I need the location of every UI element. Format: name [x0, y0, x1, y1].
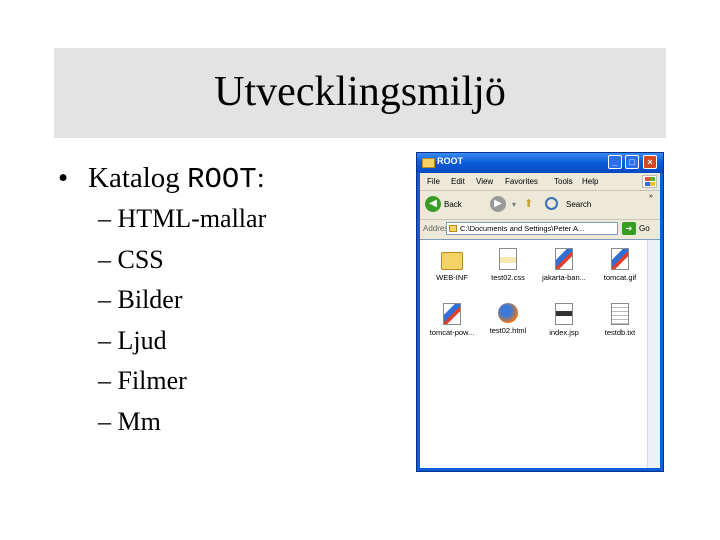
bullet-dot-icon: •	[58, 162, 69, 194]
file-item-jakarta-banner[interactable]: jakarta-ban...	[536, 248, 592, 282]
menu-bar: File Edit View Favorites Tools Help	[420, 173, 660, 191]
firefox-html-icon	[498, 303, 518, 323]
sub-item-video: – Filmer	[98, 366, 187, 395]
sub-item-misc: – Mm	[98, 406, 161, 436]
folder-icon	[449, 225, 457, 232]
menu-view[interactable]: View	[476, 177, 493, 186]
search-icon[interactable]	[545, 197, 558, 210]
window-body: File Edit View Favorites Tools Help ◀ Ba…	[420, 173, 660, 468]
menu-edit[interactable]: Edit	[451, 177, 465, 186]
file-item-tomcat-gif[interactable]: tomcat.gif	[592, 248, 648, 282]
file-name: test02.css	[491, 273, 525, 282]
jsp-file-icon	[555, 303, 573, 325]
sub-list: – HTML-mallar – CSS – Bilder – Ljud – Fi…	[98, 204, 266, 447]
file-name: WEB-INF	[436, 273, 468, 282]
image-file-icon	[443, 303, 461, 325]
go-arrow-icon[interactable]: ➜	[622, 222, 636, 235]
more-chevron-icon[interactable]: »	[649, 193, 653, 200]
file-name: test02.html	[489, 326, 527, 335]
toolbar: ◀ Back ▶ ▾ ⬆ Search »	[420, 191, 660, 220]
up-folder-icon[interactable]: ⬆	[524, 197, 533, 210]
file-item-css[interactable]: test02.css	[480, 248, 536, 282]
sub-item-html: – HTML-mallar	[98, 204, 267, 233]
file-name: index.jsp	[549, 328, 579, 337]
folder-icon	[441, 252, 463, 270]
vertical-scrollbar[interactable]	[647, 240, 660, 468]
file-name: testdb.txt	[604, 328, 636, 337]
file-name: jakarta-ban...	[542, 273, 586, 282]
menu-help[interactable]: Help	[582, 177, 598, 186]
bullet-code: ROOT	[187, 163, 257, 196]
forward-dropdown-icon[interactable]: ▾	[512, 200, 516, 209]
image-file-icon	[611, 248, 629, 270]
bullet-text: Katalog	[88, 162, 188, 194]
text-file-icon	[611, 303, 629, 325]
window-title: ROOT	[437, 156, 463, 166]
back-button-label[interactable]: Back	[444, 200, 462, 209]
address-text: C:\Documents and Settings\Peter A...	[460, 224, 585, 233]
go-button-label[interactable]: Go	[639, 224, 650, 233]
menu-favorites[interactable]: Favorites	[505, 177, 538, 186]
address-input[interactable]: C:\Documents and Settings\Peter A...	[446, 222, 618, 235]
file-name: tomcat.gif	[603, 273, 637, 282]
file-item-txt[interactable]: testdb.txt	[592, 303, 648, 337]
sub-item-css: – CSS	[98, 244, 164, 274]
sub-item-audio: – Ljud	[98, 325, 167, 355]
slide-title: Utvecklingsmiljö	[214, 69, 506, 115]
maximize-button[interactable]: □	[625, 155, 639, 169]
file-item-tomcat-power[interactable]: tomcat-pow...	[424, 303, 480, 337]
sub-item-images: – Bilder	[98, 285, 183, 314]
file-item-web-inf[interactable]: WEB-INF	[424, 248, 480, 282]
css-file-icon	[499, 248, 517, 270]
file-item-html[interactable]: test02.html	[480, 303, 536, 335]
address-bar: Address C:\Documents and Settings\Peter …	[420, 220, 660, 238]
back-arrow-icon[interactable]: ◀	[425, 196, 441, 212]
minimize-button[interactable]: _	[608, 155, 622, 169]
search-button-label[interactable]: Search	[566, 200, 591, 209]
main-bullet: • Katalog ROOT:	[58, 162, 265, 196]
file-item-jsp[interactable]: index.jsp	[536, 303, 592, 337]
file-area: WEB-INF test02.css jakarta-ban... tomcat…	[420, 239, 660, 468]
image-file-icon	[555, 248, 573, 270]
forward-arrow-icon[interactable]: ▶	[490, 196, 506, 212]
bullet-colon: :	[256, 162, 265, 194]
file-name: tomcat-pow...	[429, 328, 475, 337]
menu-file[interactable]: File	[427, 177, 440, 186]
menu-tools[interactable]: Tools	[554, 177, 573, 186]
windows-logo-icon	[642, 175, 657, 188]
title-band: Utvecklingsmiljö	[54, 48, 666, 138]
explorer-window: ROOT _ □ × File Edit View Favorites Tool…	[416, 152, 664, 472]
folder-icon	[422, 158, 435, 168]
window-titlebar[interactable]: ROOT _ □ ×	[417, 153, 663, 173]
close-button[interactable]: ×	[643, 155, 657, 169]
